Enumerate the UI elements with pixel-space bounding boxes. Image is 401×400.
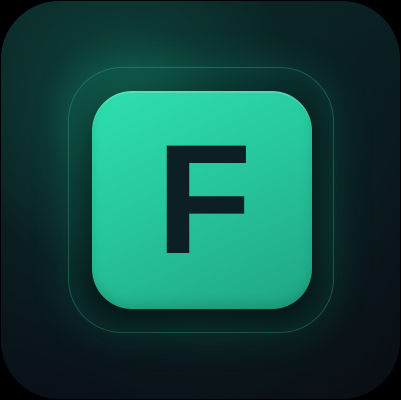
app-icon-canvas: F — [0, 0, 401, 400]
app-icon-tile: F — [1, 1, 400, 399]
key-cap: F — [92, 91, 312, 309]
key-letter: F — [156, 113, 252, 287]
